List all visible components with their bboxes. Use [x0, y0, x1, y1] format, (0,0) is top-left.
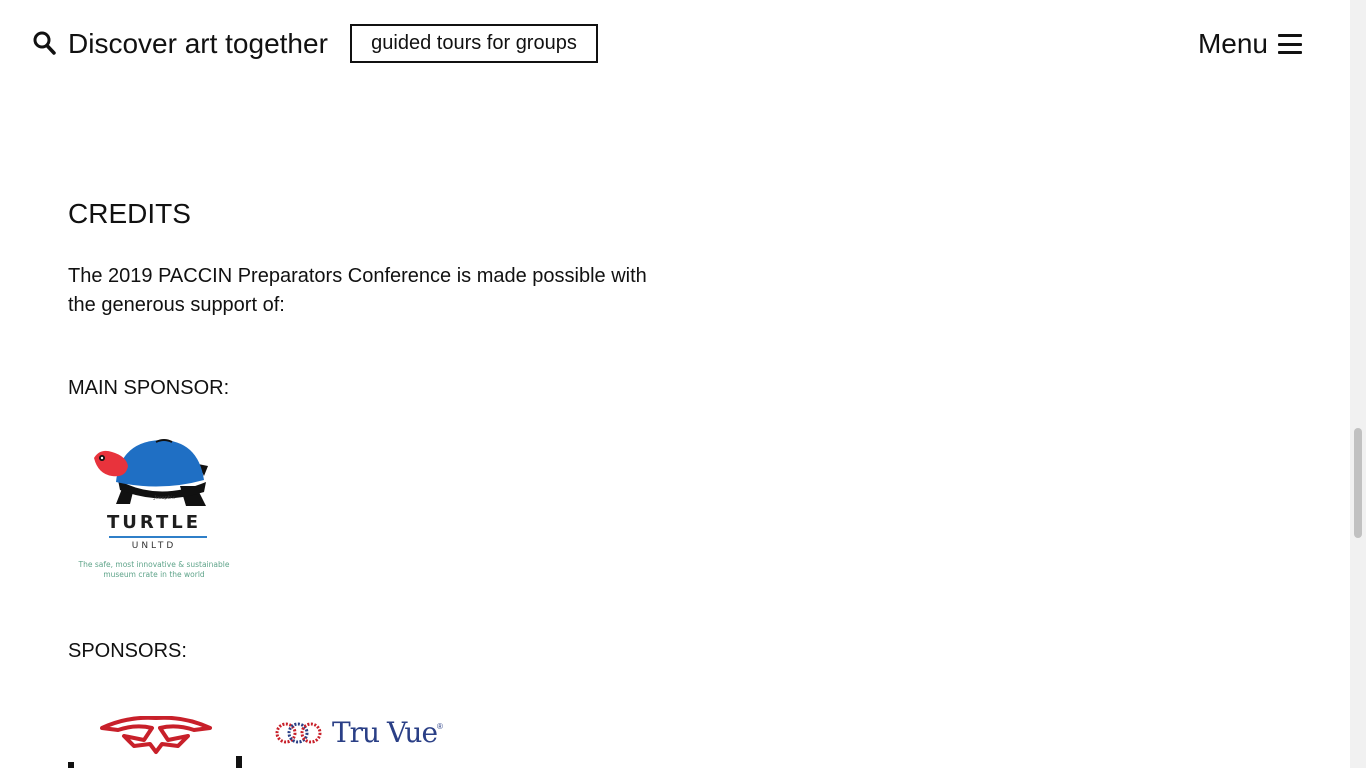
credits-heading: CREDITS [68, 198, 191, 229]
hamburger-menu-icon [1278, 34, 1302, 54]
page-scrollbar[interactable] [1350, 0, 1366, 768]
registered-mark: ® [437, 722, 443, 731]
turtle-wordmark: TURTLE [107, 512, 201, 533]
guided-tours-button[interactable]: guided tours for groups [350, 24, 598, 63]
sponsors-label: SPONSORS: [68, 640, 187, 662]
eagle-sponsor-logo[interactable] [68, 715, 244, 768]
scrollbar-thumb[interactable] [1354, 428, 1362, 538]
turtle-script-text: Joseph's [153, 495, 175, 501]
menu-label: Menu [1197, 28, 1268, 59]
menu-button[interactable]: Menu [1198, 26, 1302, 62]
truvue-sponsor-logo[interactable]: Tru Vue ® [274, 716, 454, 750]
main-sponsor-label: MAIN SPONSOR: [68, 377, 230, 399]
truvue-mark-icon [275, 722, 322, 744]
turtle-subtitle: UNLTD [131, 541, 177, 551]
truvue-wordmark: Tru Vue [332, 716, 438, 749]
site-title[interactable]: Discover art together [68, 26, 328, 62]
site-header: Discover art together guided tours for g… [0, 0, 1350, 90]
turtle-tagline: The safe, most innovative & sustainable … [78, 560, 230, 579]
eagle-logo-icon [68, 715, 242, 768]
search-icon [33, 31, 56, 55]
turtle-underline [109, 536, 207, 538]
turtle-unltd-logo[interactable]: Joseph's TURTLE UNLTD The safe, most inn… [68, 436, 240, 582]
credits-description: The 2019 PACCIN Preparators Conference i… [68, 265, 647, 316]
turtle-illustration: Joseph's [94, 439, 208, 506]
search-button[interactable] [32, 30, 58, 58]
